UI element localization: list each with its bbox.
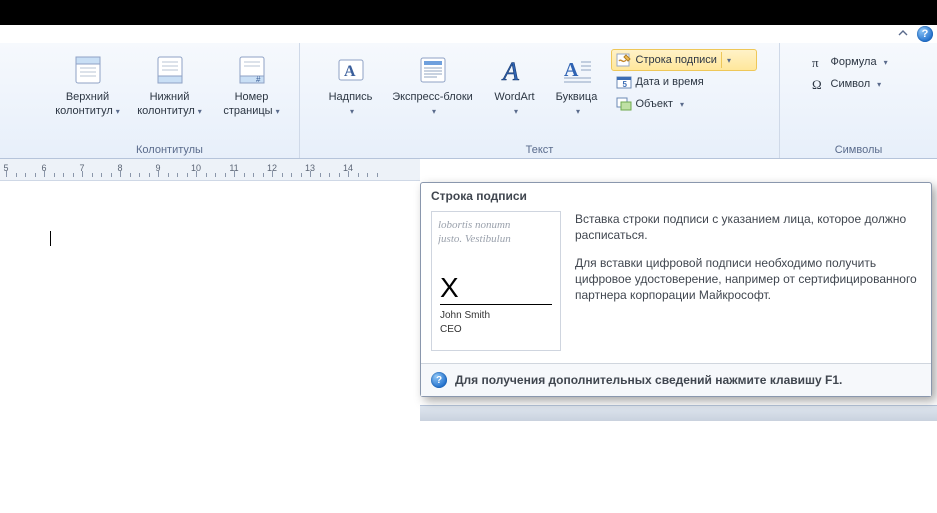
group-label-headers-footers: Колонтитулы xyxy=(40,144,299,156)
tooltip-thumb-line xyxy=(440,304,552,305)
symbol-label: Символ xyxy=(831,78,871,90)
signature-line-icon xyxy=(616,52,632,68)
ribbon: Верхний колонтитул▾ Нижний колонтитул▾ xyxy=(0,43,937,159)
quickparts-label: Экспресс-блоки xyxy=(392,91,473,103)
object-label: Объект xyxy=(636,98,673,110)
date-time-label: Дата и время xyxy=(636,76,704,88)
date-time-button[interactable]: 5 Дата и время xyxy=(611,71,757,93)
header-icon xyxy=(72,54,104,86)
ribbon-spacer xyxy=(0,43,40,158)
help-icon: ? xyxy=(431,372,447,388)
dropcap-button[interactable]: A Буквица ▾ xyxy=(547,47,607,135)
tooltip-thumb-line2: justo. Vestibulun xyxy=(438,232,554,246)
help-icon[interactable]: ? xyxy=(917,26,933,42)
signature-line-button[interactable]: Строка подписи ▾ xyxy=(611,49,757,71)
dropdown-arrow-icon[interactable]: ▾ xyxy=(721,52,736,68)
word-window: ? Верхний колонтитул▾ xyxy=(0,25,937,513)
group-text: A Надпись ▾ xyxy=(300,43,780,158)
group-symbols: π Формула ▾ Ω Символ ▾ Символы xyxy=(780,43,937,158)
svg-text:A: A xyxy=(344,63,356,80)
dropdown-arrow-icon: ▾ xyxy=(877,80,881,89)
dropdown-arrow-icon: ▾ xyxy=(350,107,354,116)
page-number-button[interactable]: # Номер страницы ▾ xyxy=(212,47,292,135)
group-label-symbols: Символы xyxy=(780,144,937,156)
header-label: Верхний колонтитул xyxy=(55,91,113,117)
svg-text:A: A xyxy=(501,57,519,86)
svg-text:5: 5 xyxy=(622,80,627,89)
dropdown-arrow-icon: ▾ xyxy=(680,100,684,109)
statusbar-fragment xyxy=(420,405,937,421)
textbox-icon: A xyxy=(335,54,367,86)
svg-text:π: π xyxy=(812,56,819,70)
tooltip-thumb-line1: lobortis nonumn xyxy=(438,218,554,232)
titlebar-controls: ? xyxy=(895,25,933,43)
dropdown-arrow-icon: ▾ xyxy=(514,107,518,116)
tooltip-title: Строка подписи xyxy=(421,183,931,205)
group-headers-footers: Верхний колонтитул▾ Нижний колонтитул▾ xyxy=(40,43,300,158)
quickparts-icon xyxy=(417,54,449,86)
footer-button[interactable]: Нижний колонтитул▾ xyxy=(130,47,210,135)
symbol-button[interactable]: Ω Символ ▾ xyxy=(806,73,912,95)
dropcap-icon: A xyxy=(561,54,593,86)
footer-icon xyxy=(154,54,186,86)
object-button[interactable]: Объект ▾ xyxy=(611,93,757,115)
tooltip-thumb-role: CEO xyxy=(440,324,462,335)
symbol-icon: Ω xyxy=(811,76,827,92)
dropcap-label: Буквица xyxy=(556,91,598,103)
tooltip-paragraph-2: Для вставки цифровой подписи необходимо … xyxy=(575,255,921,303)
page-number-label: Номер страницы xyxy=(223,91,272,117)
tooltip-thumb-name: John Smith xyxy=(440,310,490,321)
dropdown-arrow-icon: ▾ xyxy=(884,58,888,67)
tooltip-thumbnail: lobortis nonumn justo. Vestibulun X John… xyxy=(431,211,561,351)
dropdown-arrow-icon: ▾ xyxy=(432,107,436,116)
footer-label: Нижний колонтитул xyxy=(137,91,195,117)
svg-text:#: # xyxy=(256,75,261,84)
minimize-ribbon-icon[interactable] xyxy=(895,27,911,41)
signature-line-label: Строка подписи xyxy=(636,54,717,66)
equation-button[interactable]: π Формула ▾ xyxy=(806,51,912,73)
dropdown-arrow-icon: ▾ xyxy=(198,107,202,116)
dropdown-arrow-icon: ▾ xyxy=(276,107,280,116)
tooltip-thumb-x: X xyxy=(440,272,459,304)
date-time-icon: 5 xyxy=(616,74,632,90)
page-number-icon: # xyxy=(236,54,268,86)
dropdown-arrow-icon: ▾ xyxy=(116,107,120,116)
wordart-button[interactable]: A WordArt ▾ xyxy=(485,47,545,135)
textbox-button[interactable]: A Надпись ▾ xyxy=(321,47,381,135)
equation-icon: π xyxy=(811,54,827,70)
wordart-icon: A xyxy=(499,54,531,86)
dropdown-arrow-icon: ▾ xyxy=(576,107,580,116)
tooltip-paragraph-1: Вставка строки подписи с указанием лица,… xyxy=(575,211,921,243)
ruler[interactable]: 567891011121314 xyxy=(0,159,420,181)
object-icon xyxy=(616,96,632,112)
textbox-label: Надпись xyxy=(329,91,373,103)
text-cursor xyxy=(50,231,51,246)
quickparts-button[interactable]: Экспресс-блоки ▾ xyxy=(383,47,483,135)
wordart-label: WordArt xyxy=(494,91,534,103)
header-button[interactable]: Верхний колонтитул▾ xyxy=(48,47,128,135)
svg-text:Ω: Ω xyxy=(812,78,822,92)
tooltip-footer: Для получения дополнительных сведений на… xyxy=(455,373,842,387)
equation-label: Формула xyxy=(831,56,877,68)
group-label-text: Текст xyxy=(300,144,779,156)
signature-line-tooltip: Строка подписи lobortis nonumn justo. Ve… xyxy=(420,182,932,397)
document-canvas[interactable] xyxy=(0,181,420,513)
